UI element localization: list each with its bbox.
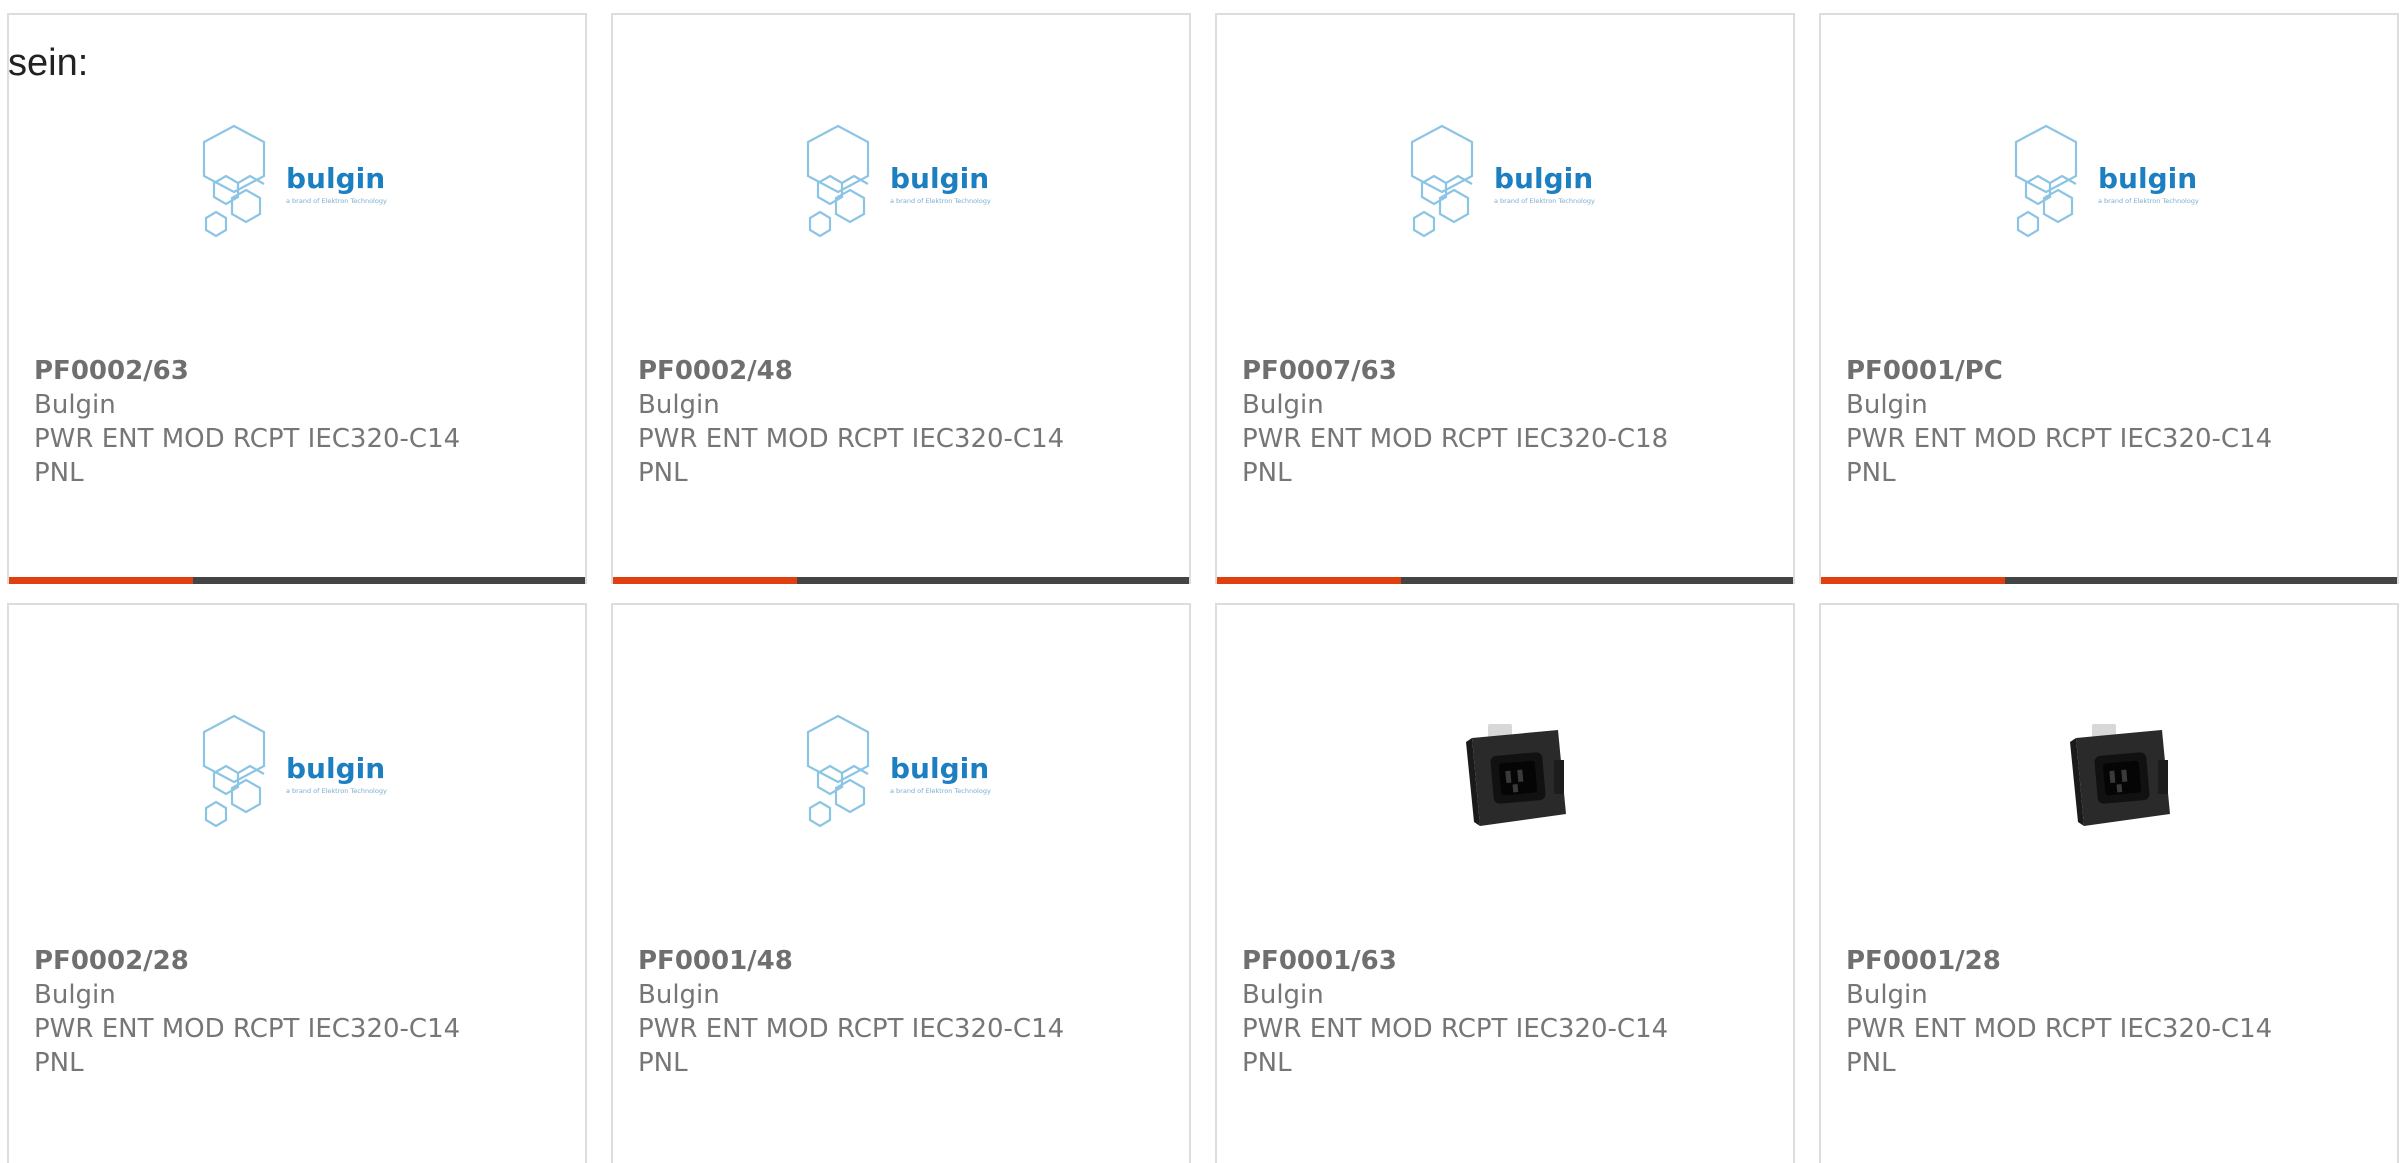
product-description-line2: PNL [1846, 458, 1896, 488]
product-part-number[interactable]: PF0001/PC [1846, 354, 2366, 388]
svg-text:a brand of Elektron Technology: a brand of Elektron Technology [2098, 197, 2199, 205]
product-card[interactable]: bulgin a brand of Elektron Technology PF… [1819, 13, 2399, 584]
svg-text:bulgin: bulgin [286, 752, 385, 785]
product-brand: Bulgin [1846, 980, 1928, 1010]
product-card[interactable]: bulgin a brand of Elektron Technology PF… [611, 13, 1191, 584]
product-description-line2: PNL [1846, 1048, 1896, 1078]
card-progress-bar [9, 577, 585, 584]
product-image[interactable]: bulgin a brand of Elektron Technology [1217, 15, 1793, 345]
product-image[interactable] [1821, 605, 2397, 935]
svg-text:bulgin: bulgin [286, 162, 385, 195]
bulgin-logo: bulgin a brand of Elektron Technology [1410, 124, 1595, 238]
product-description: PWR ENT MOD RCPT IEC320-C14 [1846, 1014, 2273, 1044]
product-image[interactable]: bulgin a brand of Elektron Technology [613, 15, 1189, 345]
card-progress-fill [1217, 577, 1402, 584]
product-description: PWR ENT MOD RCPT IEC320-C14 [1242, 1014, 1669, 1044]
product-description: PWR ENT MOD RCPT IEC320-C14 [34, 424, 461, 454]
product-part-number[interactable]: PF0007/63 [1242, 354, 1762, 388]
product-brand: Bulgin [638, 980, 720, 1010]
bulgin-logo: bulgin a brand of Elektron Technology [2014, 124, 2199, 238]
svg-text:bulgin: bulgin [1494, 162, 1593, 195]
intro-text: sein: [8, 42, 89, 84]
product-description-line2: PNL [1242, 458, 1292, 488]
bulgin-logo: bulgin a brand of Elektron Technology [202, 714, 387, 828]
product-part-number[interactable]: PF0002/28 [34, 944, 554, 978]
product-brand: Bulgin [34, 980, 116, 1010]
product-card[interactable]: PF0001/63 Bulgin PWR ENT MOD RCPT IEC320… [1215, 603, 1795, 1163]
product-card[interactable]: bulgin a brand of Elektron Technology PF… [611, 603, 1191, 1163]
product-description: PWR ENT MOD RCPT IEC320-C18 [1242, 424, 1669, 454]
product-card[interactable]: PF0001/28 Bulgin PWR ENT MOD RCPT IEC320… [1819, 603, 2399, 1163]
svg-text:a brand of Elektron Technology: a brand of Elektron Technology [286, 197, 387, 205]
card-progress-fill [9, 577, 194, 584]
product-description-line2: PNL [638, 1048, 688, 1078]
svg-text:bulgin: bulgin [2098, 162, 2197, 195]
svg-text:a brand of Elektron Technology: a brand of Elektron Technology [286, 787, 387, 795]
svg-text:a brand of Elektron Technology: a brand of Elektron Technology [1494, 197, 1595, 205]
product-brand: Bulgin [1242, 980, 1324, 1010]
bulgin-logo: bulgin a brand of Elektron Technology [806, 124, 991, 238]
svg-text:a brand of Elektron Technology: a brand of Elektron Technology [890, 787, 991, 795]
power-entry-module-photo [2070, 724, 2170, 826]
product-brand: Bulgin [1242, 390, 1324, 420]
product-part-number[interactable]: PF0001/63 [1242, 944, 1762, 978]
product-brand: Bulgin [638, 390, 720, 420]
card-progress-bar [1821, 577, 2397, 584]
product-part-number[interactable]: PF0002/63 [34, 354, 554, 388]
card-progress-bar [1217, 577, 1793, 584]
product-grid-page: sein: bulgin a brand of Elektron Technol… [0, 0, 2400, 1163]
product-part-number[interactable]: PF0001/28 [1846, 944, 2366, 978]
product-card[interactable]: bulgin a brand of Elektron Technology PF… [7, 13, 587, 584]
bulgin-logo: bulgin a brand of Elektron Technology [806, 714, 991, 828]
product-image[interactable]: bulgin a brand of Elektron Technology [613, 605, 1189, 935]
product-card[interactable]: bulgin a brand of Elektron Technology PF… [7, 603, 587, 1163]
product-image[interactable]: bulgin a brand of Elektron Technology [9, 605, 585, 935]
product-description-line2: PNL [638, 458, 688, 488]
svg-text:bulgin: bulgin [890, 752, 989, 785]
product-brand: Bulgin [1846, 390, 1928, 420]
product-description: PWR ENT MOD RCPT IEC320-C14 [34, 1014, 461, 1044]
product-image[interactable]: bulgin a brand of Elektron Technology [9, 15, 585, 345]
product-part-number[interactable]: PF0001/48 [638, 944, 1158, 978]
product-description: PWR ENT MOD RCPT IEC320-C14 [638, 424, 1065, 454]
bulgin-logo: bulgin a brand of Elektron Technology [202, 124, 387, 238]
product-card[interactable]: bulgin a brand of Elektron Technology PF… [1215, 13, 1795, 584]
product-description: PWR ENT MOD RCPT IEC320-C14 [638, 1014, 1065, 1044]
product-description-line2: PNL [34, 458, 84, 488]
card-progress-fill [1821, 577, 2006, 584]
product-image[interactable]: bulgin a brand of Elektron Technology [1821, 15, 2397, 345]
product-description: PWR ENT MOD RCPT IEC320-C14 [1846, 424, 2273, 454]
product-description-line2: PNL [1242, 1048, 1292, 1078]
svg-text:bulgin: bulgin [890, 162, 989, 195]
product-part-number[interactable]: PF0002/48 [638, 354, 1158, 388]
card-progress-bar [613, 577, 1189, 584]
product-brand: Bulgin [34, 390, 116, 420]
power-entry-module-photo [1466, 724, 1566, 826]
card-progress-fill [613, 577, 798, 584]
product-image[interactable] [1217, 605, 1793, 935]
svg-text:a brand of Elektron Technology: a brand of Elektron Technology [890, 197, 991, 205]
product-description-line2: PNL [34, 1048, 84, 1078]
